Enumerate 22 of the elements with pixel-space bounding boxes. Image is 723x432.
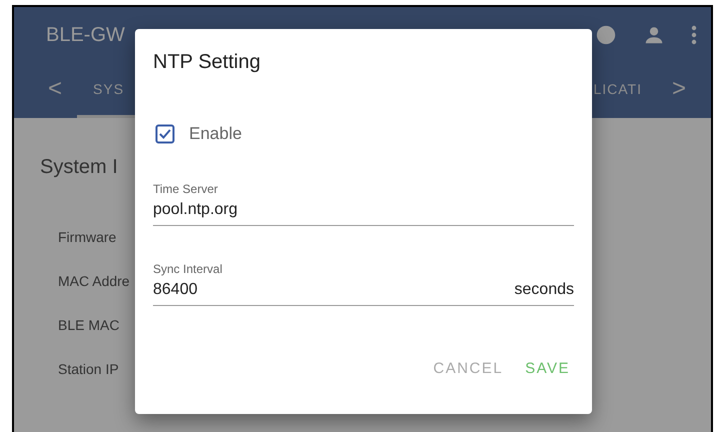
info-label: BLE MAC <box>58 317 120 333</box>
tab-scroll-arrow[interactable]: < <box>34 63 78 118</box>
field-value: 86400 <box>153 281 198 299</box>
checkbox-label: Enable <box>189 124 242 144</box>
app-title: BLE-GW <box>46 24 126 46</box>
info-label: Station IP <box>58 361 119 377</box>
field-label: Sync Interval <box>153 262 224 276</box>
info-label: MAC Addre <box>58 273 130 289</box>
text-field[interactable]: Sync Interval 86400 seconds <box>153 262 574 306</box>
person-icon[interactable] <box>643 24 665 46</box>
text-field[interactable]: Time Server pool.ntp.org <box>153 182 574 226</box>
tab-scroll-arrow[interactable]: > <box>658 63 701 118</box>
section-heading: System I <box>40 156 118 179</box>
field-label: Time Server <box>153 182 219 196</box>
checkbox[interactable] <box>155 124 175 144</box>
info-label: Firmware <box>58 229 116 245</box>
cancel-button[interactable]: CANCEL <box>429 354 508 383</box>
field-value: pool.ntp.org <box>153 201 239 219</box>
save-button[interactable]: SAVE <box>521 354 574 383</box>
unit-suffix: seconds <box>514 281 574 299</box>
more-vertical-icon[interactable] <box>691 25 697 45</box>
dialog-title: NTP Setting <box>153 51 262 74</box>
